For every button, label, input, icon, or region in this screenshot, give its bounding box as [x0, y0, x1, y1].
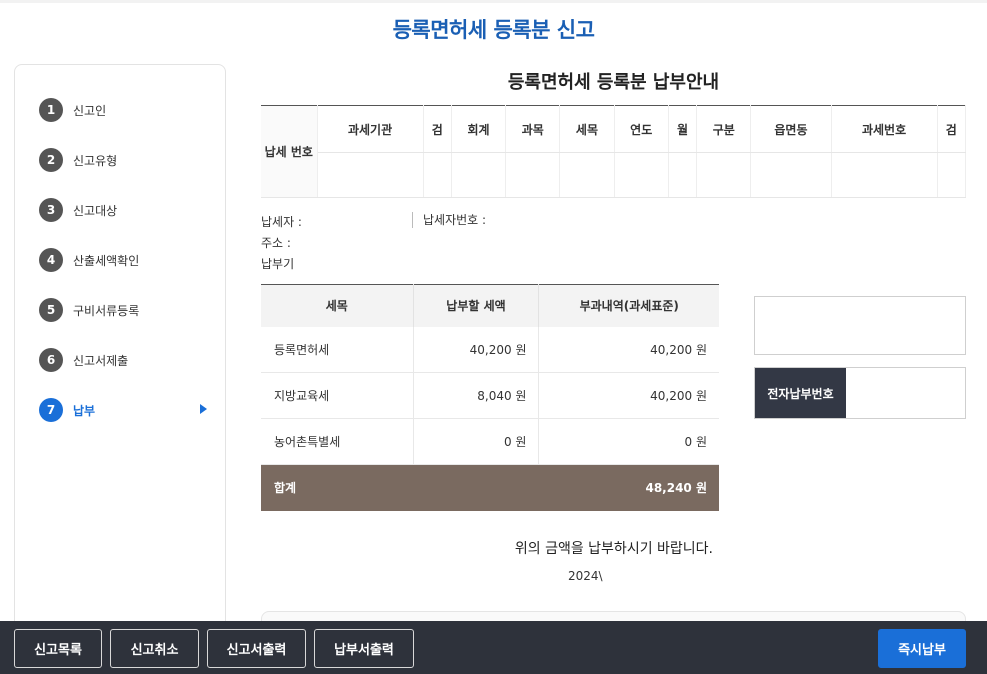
tax-amount: 0 원 [413, 418, 540, 465]
total-label: 합계 [261, 464, 413, 511]
tax-base: 0 원 [538, 418, 719, 465]
column-header: 부과내역(과세표준) [538, 284, 719, 327]
print-payment-button[interactable]: 납부서출력 [314, 629, 414, 668]
column-header: 세목 [559, 105, 615, 153]
issue-date: 2024\ [568, 569, 603, 583]
table-row: 농어촌특별세 0 원 0 원 [261, 418, 719, 465]
column-header: 과세기관 [317, 105, 424, 153]
page-title: 등록면허세 등록분 신고 [392, 18, 595, 42]
column-header: 납부할 세액 [413, 284, 540, 327]
payment-request-text: 위의 금액을 납부하시기 바랍니다. [514, 541, 713, 557]
epay-label: 전자납부번호 [755, 368, 846, 418]
step-5-documents[interactable]: 5 구비서류등록 [39, 296, 207, 324]
tax-number-header: 납세 번호 [261, 105, 318, 198]
print-report-button[interactable]: 신고서출력 [207, 629, 306, 668]
payer-info: 납세자 : 주소 : 납부기 [261, 212, 302, 275]
step-label: 신고서제출 [73, 353, 129, 368]
table-cell [505, 152, 561, 198]
step-number: 3 [39, 198, 63, 222]
tax-base: 40,200 원 [538, 372, 719, 419]
step-sidebar: 1 신고인 2 신고유형 3 신고대상 4 산출세액확인 5 구비서류등록 6 … [14, 64, 226, 634]
table-row: 지방교육세 8,040 원 40,200 원 [261, 372, 719, 419]
step-number: 5 [39, 298, 63, 322]
step-number: 6 [39, 348, 63, 372]
step-label: 신고유형 [73, 153, 118, 168]
step-label: 납부 [73, 403, 96, 418]
table-cell [614, 152, 669, 198]
step-label: 산출세액확인 [73, 253, 140, 268]
column-header: 세목 [261, 284, 414, 327]
column-header: 구분 [696, 105, 752, 153]
tax-item-name: 농어촌특별세 [261, 418, 414, 465]
table-cell [668, 152, 698, 198]
tax-number-table: 납세 번호 과세기관 검 회계 과목 세목 연도 월 구분 읍면동 과세번호 검 [261, 105, 967, 198]
step-number: 7 [39, 398, 63, 422]
address-label: 주소 : [261, 236, 291, 250]
tax-item-name: 등록면허세 [261, 326, 414, 373]
due-date-label: 납부기 [261, 257, 295, 271]
column-header: 읍면동 [750, 105, 832, 153]
step-label: 신고대상 [73, 203, 118, 218]
step-4-tax-check[interactable]: 4 산출세액확인 [39, 246, 207, 274]
table-cell [937, 152, 967, 198]
step-7-payment[interactable]: 7 납부 [39, 396, 207, 424]
total-amount: 48,240 원 [538, 464, 719, 511]
stamp-box [754, 296, 966, 355]
table-cell [413, 464, 539, 511]
column-header: 검 [423, 105, 452, 153]
table-cell [559, 152, 615, 198]
table-cell [831, 152, 938, 198]
column-header: 회계 [451, 105, 507, 153]
step-2-report-type[interactable]: 2 신고유형 [39, 146, 207, 174]
column-header: 연도 [614, 105, 669, 153]
step-1-reporter[interactable]: 1 신고인 [39, 96, 207, 124]
table-cell [317, 152, 424, 198]
amount-table: 세목 납부할 세액 부과내역(과세표준) 등록면허세 40,200 원 40,2… [261, 284, 719, 511]
step-number: 2 [39, 148, 63, 172]
cancel-report-button[interactable]: 신고취소 [110, 629, 199, 668]
step-6-submit[interactable]: 6 신고서제출 [39, 346, 207, 374]
column-header: 월 [668, 105, 698, 153]
taxpayer-label: 납세자 : [261, 215, 302, 229]
table-cell [423, 152, 452, 198]
notice-title: 등록면허세 등록분 납부안내 [507, 72, 720, 93]
tax-base: 40,200 원 [538, 326, 719, 373]
total-row: 합계 48,240 원 [261, 464, 719, 511]
step-number: 1 [39, 98, 63, 122]
caret-right-icon [200, 404, 207, 414]
table-cell [696, 152, 752, 198]
report-list-button[interactable]: 신고목록 [14, 629, 102, 668]
table-cell [750, 152, 832, 198]
column-header: 과목 [505, 105, 561, 153]
electronic-payment-number: 전자납부번호 [754, 367, 966, 419]
step-3-report-target[interactable]: 3 신고대상 [39, 196, 207, 224]
tax-item-name: 지방교육세 [261, 372, 414, 419]
step-label: 구비서류등록 [73, 303, 140, 318]
footer-bar: 신고목록 신고취소 신고서출력 납부서출력 즉시납부 [0, 621, 987, 674]
column-header: 과세번호 [831, 105, 938, 153]
pay-now-button[interactable]: 즉시납부 [878, 629, 966, 668]
table-row: 등록면허세 40,200 원 40,200 원 [261, 326, 719, 373]
taxpayer-number-label: 납세자번호 : [412, 212, 486, 228]
top-border [0, 0, 987, 3]
step-label: 신고인 [73, 103, 107, 118]
step-number: 4 [39, 248, 63, 272]
column-header: 검 [937, 105, 967, 153]
tax-amount: 40,200 원 [413, 326, 540, 373]
table-cell [451, 152, 507, 198]
tax-amount: 8,040 원 [413, 372, 540, 419]
